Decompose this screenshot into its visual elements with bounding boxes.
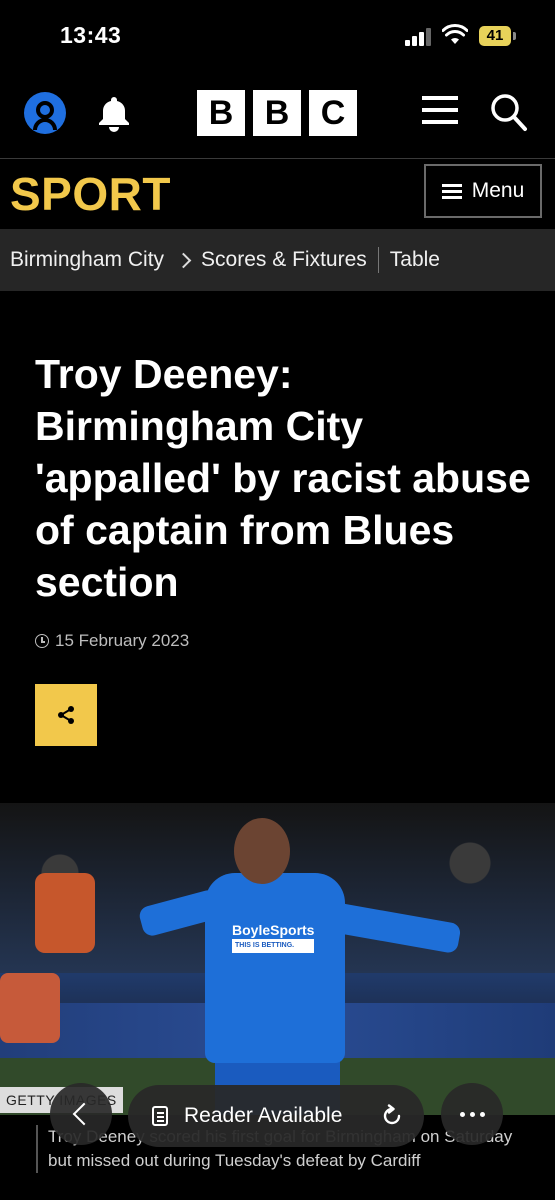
account-icon[interactable] [24, 92, 66, 134]
signal-icon [405, 28, 435, 46]
hamburger-menu-icon[interactable] [422, 96, 458, 132]
divider [377, 247, 379, 273]
breadcrumb-team[interactable]: Birmingham City [10, 248, 164, 272]
reload-icon[interactable] [380, 1104, 404, 1128]
shirt-sponsor: BoyleSports THIS IS BETTING. [232, 922, 315, 953]
shirt-sponsor-name: BoyleSports [232, 922, 315, 938]
clock-icon [35, 634, 49, 648]
chevron-right-icon [175, 252, 192, 268]
wifi-icon [442, 24, 468, 44]
bbc-logo-letter: B [253, 90, 301, 136]
breadcrumb-scores-fixtures[interactable]: Scores & Fixtures [201, 248, 367, 272]
photo-steward [35, 873, 95, 953]
reader-available-button[interactable]: Reader Available [128, 1085, 424, 1147]
shirt-sponsor-tagline: THIS IS BETTING. [232, 939, 315, 953]
share-icon [58, 706, 74, 724]
sport-title[interactable]: SPORT [10, 167, 171, 221]
photo-steward [0, 973, 60, 1043]
status-time: 13:43 [60, 22, 122, 48]
battery-icon: 41 [479, 26, 516, 46]
chevron-left-icon [72, 1102, 96, 1126]
notifications-bell-icon[interactable] [94, 93, 134, 133]
search-icon[interactable] [490, 92, 528, 132]
menu-icon [441, 181, 462, 202]
menu-label: Menu [471, 179, 525, 202]
bbc-logo-letter: B [197, 90, 245, 136]
more-options-button[interactable] [441, 1083, 503, 1145]
menu-button[interactable]: Menu [424, 164, 542, 218]
article-headline: Troy Deeney: Birmingham City 'appalled' … [35, 351, 531, 605]
bbc-logo[interactable]: B B C [197, 90, 357, 136]
bbc-header: B B C [0, 70, 555, 159]
article-date: 15 February 2023 [35, 631, 189, 651]
share-button[interactable] [35, 684, 97, 746]
reader-document-icon [152, 1106, 168, 1126]
sport-bar: SPORT Menu [0, 159, 555, 229]
breadcrumb-table[interactable]: Table [390, 248, 440, 272]
photo-player-shirt [205, 873, 345, 1063]
photo-player-head [234, 818, 290, 884]
reader-available-label: Reader Available [184, 1104, 343, 1127]
article-date-text: 15 February 2023 [55, 631, 190, 650]
breadcrumb: Birmingham City Scores & Fixtures Table [0, 229, 555, 291]
bbc-logo-letter: C [309, 90, 357, 136]
article-photo: BoyleSports THIS IS BETTING. [0, 803, 555, 1115]
status-bar: 13:43 41 [0, 0, 555, 70]
back-button[interactable] [50, 1083, 112, 1145]
